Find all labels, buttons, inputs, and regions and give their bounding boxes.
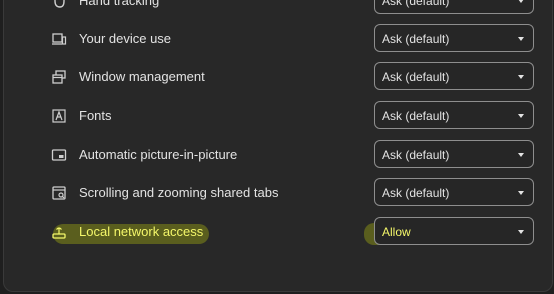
picture-in-picture-select[interactable]: Ask (default) [374,140,534,168]
chevron-down-icon [518,191,524,195]
permission-row-local-network: Local network access Allow [0,213,554,252]
window-management-select[interactable]: Ask (default) [374,62,534,90]
shared-tabs-icon [51,185,67,201]
select-value: Allow [382,225,411,239]
fonts-icon [51,108,67,124]
permission-label: Window management [79,69,205,84]
permission-label: Fonts [79,108,112,123]
window-management-icon [51,69,67,85]
select-value: Ask (default) [382,186,450,200]
device-use-icon [51,31,67,47]
fonts-select[interactable]: Ask (default) [374,101,534,129]
select-value: Ask (default) [382,148,450,162]
hand-tracking-select[interactable]: Ask (default) [374,0,534,14]
local-network-icon [51,224,67,240]
permission-label: Local network access [79,224,204,239]
chevron-down-icon [518,230,524,234]
select-value: Ask (default) [382,0,450,8]
permission-row-fonts: Fonts Ask (default) [0,97,554,136]
chevron-down-icon [518,114,524,118]
select-value: Ask (default) [382,70,450,84]
select-value: Ask (default) [382,109,450,123]
chevron-down-icon [518,37,524,41]
permission-row-hand-tracking: Hand tracking Ask (default) [0,0,554,21]
local-network-select[interactable]: Allow [374,217,534,245]
device-use-select[interactable]: Ask (default) [374,24,534,52]
chevron-down-icon [518,75,524,79]
hand-tracking-icon [51,0,67,9]
permission-label: Hand tracking [79,0,160,8]
select-value: Ask (default) [382,32,450,46]
chevron-down-icon [518,153,524,157]
shared-tabs-select[interactable]: Ask (default) [374,178,534,206]
permission-label: Automatic picture-in-picture [79,147,238,162]
permission-label: Scrolling and zooming shared tabs [79,185,279,200]
permission-row-window-management: Window management Ask (default) [0,58,554,97]
permission-row-shared-tabs: Scrolling and zooming shared tabs Ask (d… [0,174,554,213]
picture-in-picture-icon [51,147,67,163]
permission-row-device-use: Your device use Ask (default) [0,20,554,59]
permission-label: Your device use [79,31,172,46]
chevron-down-icon [518,0,524,3]
permission-row-picture-in-picture: Automatic picture-in-picture Ask (defaul… [0,136,554,175]
